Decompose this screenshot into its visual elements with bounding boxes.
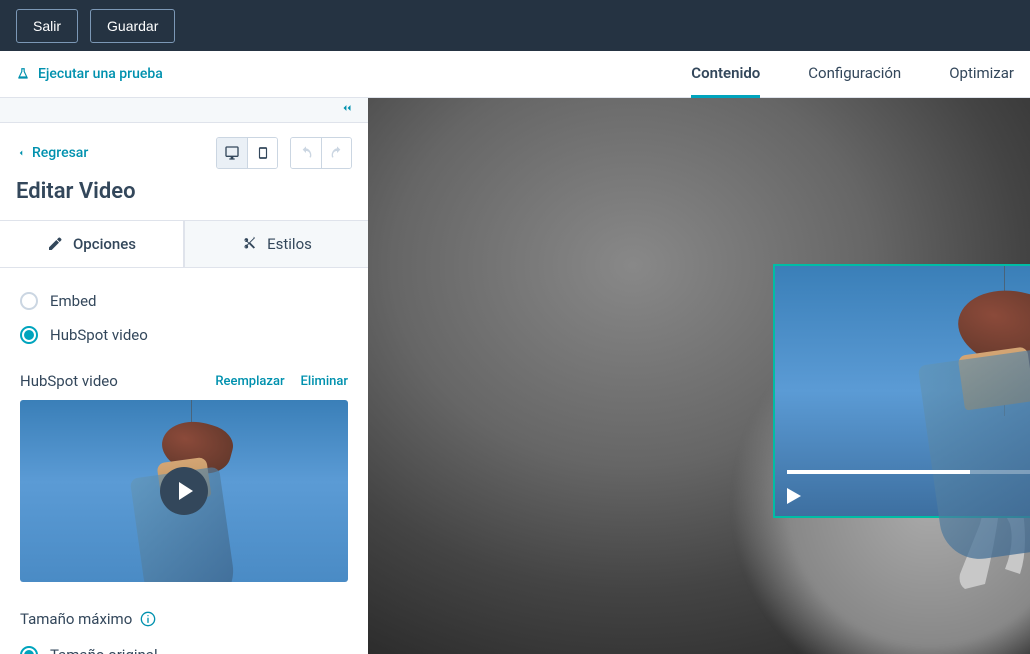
undo-icon [298,145,314,161]
desktop-view-button[interactable] [217,138,247,168]
radio-embed-input[interactable] [20,292,38,310]
device-toggle [216,137,278,169]
control-row: HD [787,486,1030,506]
radio-original-size-input[interactable] [20,646,38,654]
content-area: Regresar [0,98,1030,654]
progress-fill [787,470,970,474]
delete-video-link[interactable]: Eliminar [301,374,348,389]
back-label: Regresar [32,145,88,161]
preview-canvas[interactable]: HD [368,98,1030,654]
desktop-icon [224,145,240,161]
video-thumbnail[interactable] [20,400,348,582]
pencil-icon [47,236,63,252]
exit-button[interactable]: Salir [16,9,78,43]
device-controls [216,137,352,169]
tab-settings[interactable]: Configuración [808,51,901,98]
panel-title: Editar Video [0,169,368,220]
undo-button[interactable] [291,138,321,168]
main-tabs: Contenido Configuración Optimizar [691,51,1014,98]
size-section: Tamaño máximo Tamaño original [20,610,348,654]
radio-original-size-label: Tamaño original [50,646,158,654]
save-button[interactable]: Guardar [90,9,175,43]
history-controls [290,137,352,169]
info-icon[interactable] [140,611,156,627]
tab-options-label: Opciones [73,235,136,253]
tab-optimize[interactable]: Optimizar [949,51,1014,98]
nav-row: Regresar [0,123,368,169]
play-button[interactable] [160,467,208,515]
sidebar: Regresar [0,98,368,654]
size-title-row: Tamaño máximo [20,610,348,628]
run-test-link[interactable]: Ejecutar una prueba [16,66,163,82]
flask-icon [16,67,30,81]
chevron-double-left-icon [340,101,354,115]
tab-options[interactable]: Opciones [0,220,184,267]
tab-styles-label: Estilos [267,235,312,253]
play-icon [179,482,193,500]
tab-styles[interactable]: Estilos [184,220,368,267]
options-body: Embed HubSpot video HubSpot video Reempl… [0,268,368,654]
radio-hubspot-video-label: HubSpot video [50,326,148,344]
progress-bar[interactable] [787,470,1030,474]
sub-bar: Ejecutar una prueba Contenido Configurac… [0,51,1030,98]
radio-embed[interactable]: Embed [20,284,348,318]
size-title: Tamaño máximo [20,610,132,628]
top-bar: Salir Guardar [0,0,1030,51]
tab-content[interactable]: Contenido [691,51,760,98]
run-test-label: Ejecutar una prueba [38,66,163,82]
video-section-title: HubSpot video [20,372,118,390]
collapse-strip [0,98,368,123]
video-section-actions: Reemplazar Eliminar [215,374,348,389]
radio-original-size[interactable]: Tamaño original [20,638,348,654]
mobile-view-button[interactable] [247,138,277,168]
back-link[interactable]: Regresar [16,145,88,161]
radio-embed-label: Embed [50,292,97,310]
video-section-header: HubSpot video Reemplazar Eliminar [20,372,348,390]
mobile-icon [256,146,270,160]
play-pause-button[interactable] [787,488,801,504]
chevron-left-icon [16,148,26,158]
video-controls: HD [775,470,1030,516]
redo-button[interactable] [321,138,351,168]
redo-icon [329,145,345,161]
play-icon [787,488,801,504]
scissors-icon [241,236,257,252]
edit-tabs: Opciones Estilos [0,220,368,268]
radio-hubspot-video-input[interactable] [20,326,38,344]
collapse-sidebar-button[interactable] [340,101,354,119]
radio-hubspot-video[interactable]: HubSpot video [20,318,348,352]
video-player[interactable]: HD [773,264,1030,518]
replace-video-link[interactable]: Reemplazar [215,374,284,389]
